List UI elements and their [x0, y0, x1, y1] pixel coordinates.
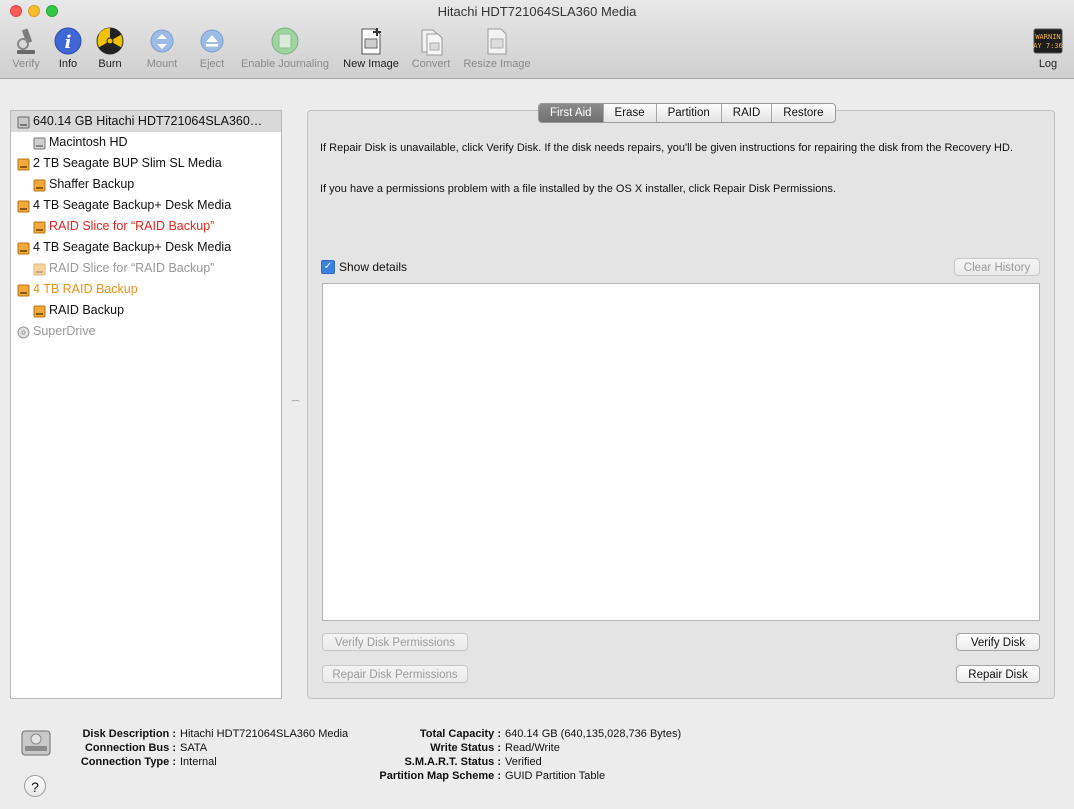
info-value: Hitachi HDT721064SLA360 Media — [180, 728, 349, 740]
resize-image-icon — [487, 28, 507, 55]
internal-disk-icon — [17, 115, 30, 129]
repair-disk-permissions-button[interactable]: Repair Disk Permissions — [322, 665, 468, 683]
svg-text:WARNIN: WARNIN — [1035, 33, 1060, 41]
permissions-instructions: If you have a permissions problem with a… — [320, 183, 836, 195]
raid-volume-icon — [33, 304, 46, 318]
clear-history-button[interactable]: Clear History — [954, 258, 1040, 276]
external-volume-icon — [33, 178, 46, 192]
repair-disk-button[interactable]: Repair Disk — [956, 665, 1040, 683]
tab-partition[interactable]: Partition — [657, 104, 722, 122]
svg-text:i: i — [65, 32, 72, 53]
help-button[interactable]: ? — [24, 775, 46, 797]
external-volume-icon — [33, 220, 46, 234]
raid-disk-icon — [17, 283, 30, 297]
info-value: Verified — [505, 756, 542, 768]
internal-volume-icon — [33, 136, 46, 150]
log-button[interactable]: WARNIN AY 7:36 Log — [1028, 26, 1068, 70]
sidebar-item[interactable]: Shaffer Backup — [11, 174, 281, 195]
window-title: Hitachi HDT721064SLA360 Media — [437, 4, 637, 19]
sidebar-item[interactable]: RAID Backup — [11, 300, 281, 321]
sidebar-item[interactable]: RAID Slice for “RAID Backup” — [11, 258, 281, 279]
sidebar-item[interactable]: 4 TB Seagate Backup+ Desk Media — [11, 195, 281, 216]
sidebar-item[interactable]: Macintosh HD — [11, 132, 281, 153]
optical-drive-icon — [17, 325, 30, 339]
tab-first-aid[interactable]: First Aid — [539, 104, 604, 122]
info-row: S.M.A.R.T. Status : — [404, 756, 501, 768]
sidebar-item[interactable]: 4 TB RAID Backup — [11, 279, 281, 300]
verify-disk-button[interactable]: Verify Disk — [956, 633, 1040, 651]
mount-icon — [150, 29, 174, 53]
convert-icon — [421, 29, 443, 56]
tab-restore[interactable]: Restore — [772, 104, 834, 122]
tab-erase[interactable]: Erase — [604, 104, 657, 122]
sidebar-item[interactable]: SuperDrive — [11, 321, 281, 342]
disk-list-sidebar: 640.14 GB Hitachi HDT721064SLA360… Macin… — [10, 110, 282, 699]
sidebar-item[interactable]: RAID Slice for “RAID Backup” — [11, 216, 281, 237]
show-details-checkbox[interactable]: ✓ Show details — [321, 260, 407, 274]
eject-icon — [200, 29, 224, 53]
first-aid-instructions: If Repair Disk is unavailable, click Ver… — [320, 142, 1013, 154]
resize-image-button[interactable]: Resize Image — [452, 26, 542, 70]
show-details-label: Show details — [339, 260, 408, 274]
info-value: SATA — [180, 742, 208, 754]
info-row: Disk Description : — [82, 728, 176, 740]
sidebar-item[interactable]: 4 TB Seagate Backup+ Desk Media — [11, 237, 281, 258]
info-value: 640.14 GB (640,135,028,736 Bytes) — [505, 728, 682, 740]
external-disk-icon — [17, 199, 30, 213]
external-disk-icon — [17, 157, 30, 171]
disk-utility-window: Hitachi HDT721064SLA360 Media Verify i I… — [0, 0, 1074, 809]
info-row: Write Status : — [430, 742, 501, 754]
checkmark-icon: ✓ — [321, 260, 335, 274]
tab-raid[interactable]: RAID — [722, 104, 773, 122]
info-value: Read/Write — [505, 742, 560, 754]
info-row: Connection Type : — [80, 756, 176, 768]
split-view-divider-handle[interactable]: ⁀ — [292, 400, 299, 411]
journaling-icon — [271, 27, 299, 55]
info-row: Partition Map Scheme : — [379, 770, 501, 782]
new-image-icon — [361, 28, 381, 55]
info-row: Total Capacity : — [419, 728, 501, 740]
details-log-area[interactable] — [322, 283, 1040, 621]
sidebar-item[interactable]: 2 TB Seagate BUP Slim SL Media — [11, 153, 281, 174]
external-volume-icon — [33, 262, 46, 276]
verify-disk-permissions-button[interactable]: Verify Disk Permissions — [322, 633, 468, 651]
burn-icon — [96, 27, 124, 55]
info-row: Connection Bus : — [84, 742, 176, 754]
toolbar: Hitachi HDT721064SLA360 Media Verify i I… — [0, 0, 1074, 79]
external-disk-icon — [17, 241, 30, 255]
enable-journaling-button[interactable]: Enable Journaling — [235, 26, 335, 70]
sidebar-item[interactable]: 640.14 GB Hitachi HDT721064SLA360… — [11, 111, 281, 132]
svg-text:AY 7:36: AY 7:36 — [1033, 42, 1063, 50]
info-value: GUID Partition Table — [505, 770, 606, 782]
info-value: Internal — [180, 756, 217, 768]
console-log-icon: WARNIN AY 7:36 — [1033, 28, 1063, 54]
tab-bar: First Aid Erase Partition RAID Restore — [538, 103, 836, 123]
